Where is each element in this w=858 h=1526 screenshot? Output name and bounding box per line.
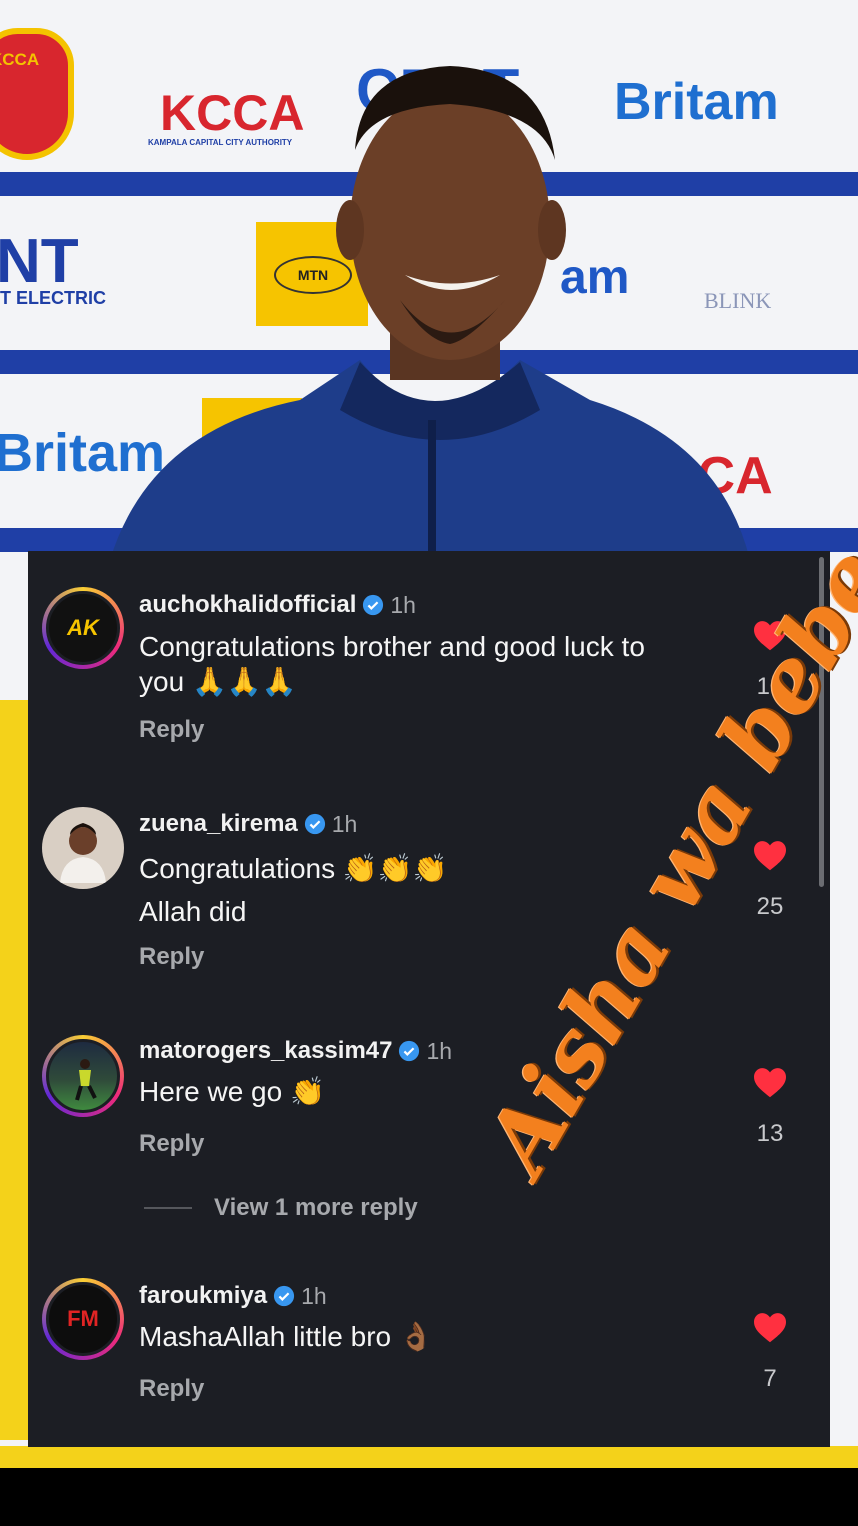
comment-text: Congratulations brother and good luck to… <box>139 631 645 697</box>
fm-logo-avatar: FM <box>67 1306 99 1331</box>
avatar[interactable] <box>42 807 124 889</box>
timestamp: 1h <box>390 591 416 618</box>
jersey-edge-left <box>0 700 28 1440</box>
view-more-replies[interactable]: View 1 more reply <box>144 1194 418 1222</box>
verified-badge-icon <box>363 594 384 616</box>
reply-button[interactable]: Reply <box>139 1130 204 1158</box>
heart-icon[interactable] <box>752 839 788 871</box>
username[interactable]: zuena_kirema <box>139 810 298 838</box>
username[interactable]: faroukmiya <box>139 1282 267 1310</box>
praying-hands-emoji: 🙏🙏🙏 <box>191 666 297 697</box>
username[interactable]: matorogers_kassim47 <box>139 1037 392 1065</box>
like-count: 25 <box>756 893 784 920</box>
clapping-hands-emoji: 👏 <box>289 1076 325 1107</box>
username[interactable]: auchokhalidofficial <box>139 591 356 619</box>
verified-badge-icon <box>399 1040 420 1062</box>
avatar[interactable] <box>42 1035 124 1117</box>
like-control[interactable]: 13 <box>750 1066 790 1148</box>
reply-button[interactable]: Reply <box>139 943 204 971</box>
like-count: 7 <box>763 1365 777 1392</box>
timestamp: 1h <box>331 810 358 837</box>
like-count: 13 <box>756 1120 784 1147</box>
ak-logo-avatar: AK <box>67 615 99 640</box>
person-photo <box>110 66 750 560</box>
comments-panel: AK auchokhalidofficial 1h Congratulation… <box>28 551 830 1447</box>
avatar[interactable]: AK <box>42 587 124 669</box>
timestamp: 1h <box>301 1282 327 1309</box>
comment-text: MashaAllah little bro 👌🏾 <box>139 1321 434 1352</box>
pinching-hand-emoji: 👌🏾 <box>398 1321 434 1352</box>
view-more-replies-label[interactable]: View 1 more reply <box>214 1194 418 1222</box>
football-player-icon <box>75 1059 97 1101</box>
heart-icon[interactable] <box>752 1311 788 1343</box>
verified-badge-icon <box>304 813 325 835</box>
reply-button[interactable]: Reply <box>139 1375 204 1403</box>
like-control[interactable]: 7 <box>750 1311 790 1393</box>
timestamp: 1h <box>426 1037 453 1064</box>
divider <box>144 1207 192 1209</box>
like-control[interactable]: 25 <box>750 839 790 921</box>
profile-photo-icon <box>60 823 106 883</box>
avatar[interactable]: FM <box>42 1278 124 1360</box>
reply-button[interactable]: Reply <box>139 716 204 744</box>
clapping-hands-emoji: 👏👏👏 <box>342 853 448 884</box>
heart-icon[interactable] <box>752 1066 788 1098</box>
jersey-edge-bottom <box>0 1446 858 1468</box>
comment-text: Here we go 👏 <box>139 1076 325 1107</box>
verified-badge-icon <box>273 1285 295 1307</box>
